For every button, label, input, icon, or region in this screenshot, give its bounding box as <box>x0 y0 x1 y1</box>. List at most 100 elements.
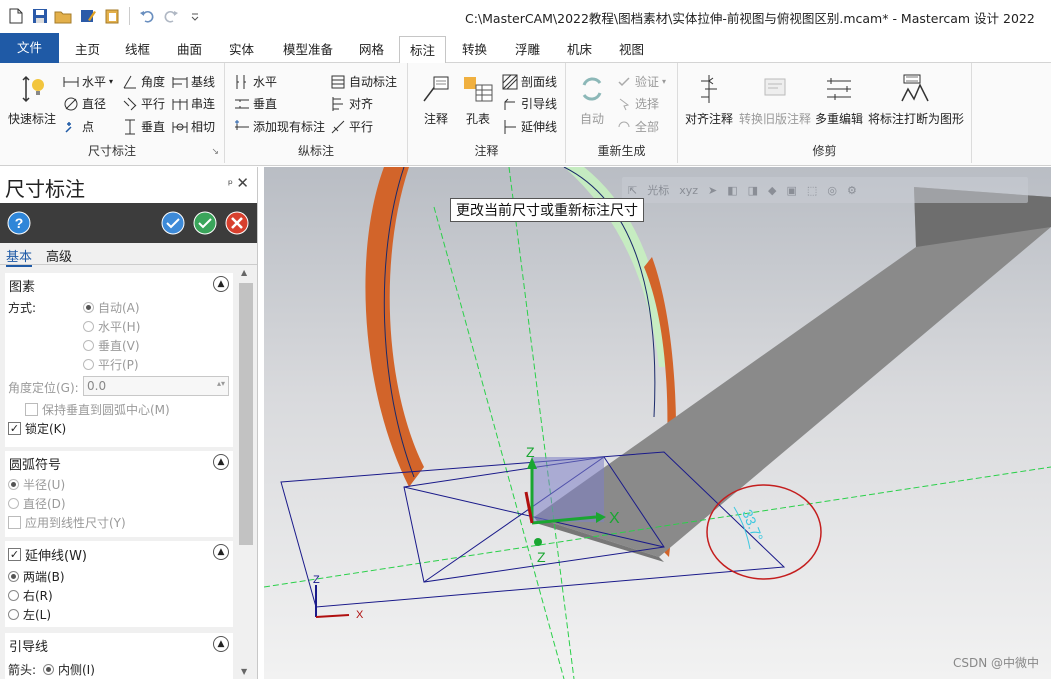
method-auto-radio[interactable]: 自动(A) <box>83 299 140 316</box>
auto-ordinate-button[interactable]: 自动标注 <box>330 73 397 90</box>
cube-icon[interactable]: ◧ <box>727 184 737 197</box>
break-to-geometry-button[interactable]: 将标注打断为图形 <box>868 73 964 127</box>
window-select-icon[interactable]: ⬚ <box>807 184 817 197</box>
angle-input[interactable]: 0.0 ▴▾ <box>83 376 229 396</box>
tab-home[interactable]: 主页 <box>65 36 110 63</box>
panel-header: 尺寸标注 ᵖ ✕ <box>0 167 257 203</box>
graphics-viewport[interactable]: X Z Z Z X 33.7° ⇱ 光标 xyz ➤ ◧ ◨ ◆ ▣ ⬚ ◎ ⚙ <box>264 167 1051 679</box>
scroll-up-icon[interactable]: ▲ <box>241 268 247 277</box>
tab-relief[interactable]: 浮雕 <box>505 36 550 63</box>
angle-dim-button[interactable]: 角度 <box>122 73 165 90</box>
cursor-icon[interactable]: ⇱ <box>628 184 637 197</box>
apply-linear-checkbox[interactable]: 应用到线性尺寸(Y) <box>8 514 126 531</box>
note-button[interactable]: 注释 <box>420 73 452 127</box>
scroll-down-icon[interactable]: ▼ <box>241 667 247 676</box>
tab-basic[interactable]: 基本 <box>6 246 33 267</box>
all-regen-button[interactable]: 全部 <box>616 118 659 135</box>
diameter-radio[interactable]: 直径(D) <box>8 495 66 512</box>
ordinate-vertical-button[interactable]: 垂直 <box>234 95 277 112</box>
corner-x-label: X <box>356 609 364 621</box>
extension-line-checkbox[interactable]: ✓ 延伸线(W) <box>8 545 87 564</box>
collapse-icon[interactable]: ▲ <box>213 636 229 652</box>
align-note-button[interactable]: 对齐注释 <box>685 73 733 127</box>
parallel-dim-button[interactable]: 平行 <box>122 95 165 112</box>
tab-model-prep[interactable]: 模型准备 <box>273 36 343 63</box>
arrow-inside-radio[interactable]: 内侧(I) <box>43 661 95 678</box>
dialog-launcher-icon[interactable]: ↘ <box>211 147 219 157</box>
layer-icon[interactable]: ◎ <box>827 184 837 197</box>
convert-old-note-button[interactable]: 转换旧版注释 <box>739 73 811 127</box>
auto-regen-button[interactable]: 自动 <box>576 73 608 127</box>
ordinate-horizontal-icon <box>236 74 246 89</box>
chain-dim-button[interactable]: 串连 <box>172 95 215 112</box>
redo-icon[interactable] <box>161 5 181 27</box>
quick-dimension-button[interactable]: 快速标注 <box>8 73 56 127</box>
ordinate-align-button[interactable]: 对齐 <box>330 95 373 112</box>
scrollbar-thumb[interactable] <box>239 283 253 545</box>
solid-select-icon[interactable]: ◆ <box>768 184 776 197</box>
collapse-icon[interactable]: ▲ <box>213 276 229 292</box>
ordinate-parallel-button[interactable]: 平行 <box>330 118 373 135</box>
method-vertical-radio[interactable]: 垂直(V) <box>83 337 140 354</box>
both-ends-radio[interactable]: 两端(B) <box>8 568 65 585</box>
add-existing-ordinate-button[interactable]: 添加现有标注 <box>234 118 325 135</box>
viewport-floating-toolbar[interactable]: ⇱ 光标 xyz ➤ ◧ ◨ ◆ ▣ ⬚ ◎ ⚙ <box>622 177 1028 203</box>
close-icon[interactable]: ✕ <box>236 174 249 192</box>
pin-icon[interactable]: ᵖ <box>228 177 233 191</box>
tab-transform[interactable]: 转换 <box>452 36 497 63</box>
tab-wireframe[interactable]: 线框 <box>115 36 160 63</box>
panel-scrollbar[interactable]: ▲ ▼ <box>237 265 255 679</box>
collapse-icon[interactable]: ▲ <box>213 454 229 470</box>
multi-edit-button[interactable]: 多重编辑 <box>815 73 863 127</box>
tab-file[interactable]: 文件 <box>0 33 60 63</box>
cube-shade-icon[interactable]: ◨ <box>748 184 758 197</box>
hole-table-button[interactable]: 孔表 <box>462 73 494 127</box>
clipboard-icon[interactable] <box>102 5 122 27</box>
window-title: C:\MasterCAM\2022教程\图档素材\实体拉伸-前视图与俯视图区别.… <box>465 11 1035 26</box>
select-regen-button[interactable]: 选择 <box>616 95 659 112</box>
radius-radio[interactable]: 半径(U) <box>8 476 65 493</box>
open-folder-icon[interactable] <box>54 5 74 27</box>
angle-label: 角度定位(G): <box>8 381 79 395</box>
tangent-dim-button[interactable]: 相切 <box>172 118 215 135</box>
tab-surface[interactable]: 曲面 <box>167 36 212 63</box>
keep-perp-checkbox[interactable]: 保持垂直到圆弧中心(M) <box>25 401 170 418</box>
save-icon[interactable] <box>30 5 50 27</box>
tab-dimension[interactable]: 标注 <box>399 36 447 64</box>
ok-and-create-new-icon[interactable] <box>161 211 185 235</box>
baseline-dim-button[interactable]: 基线 <box>172 73 215 90</box>
tab-solid[interactable]: 实体 <box>219 36 264 63</box>
settings-icon[interactable]: ⚙ <box>847 184 857 197</box>
vertical-dim-button[interactable]: 垂直 <box>122 118 165 135</box>
select-arrow-icon[interactable]: ➤ <box>708 184 717 197</box>
tab-advanced[interactable]: 高级 <box>46 246 72 265</box>
collapse-icon[interactable]: ▲ <box>213 544 229 560</box>
ordinate-horizontal-button[interactable]: 水平 <box>234 73 277 90</box>
spinner-icon[interactable]: ▴▾ <box>217 379 225 388</box>
extension-line-button[interactable]: 延伸线 <box>502 118 557 135</box>
diameter-dim-button[interactable]: 直径 <box>63 95 106 112</box>
tab-mesh[interactable]: 网格 <box>349 36 394 63</box>
lock-checkbox[interactable]: ✓ 锁定(K) <box>8 420 66 437</box>
customize-toolbar-icon[interactable] <box>185 5 205 27</box>
right-radio[interactable]: 右(R) <box>8 587 53 604</box>
hatch-button[interactable]: 剖面线 <box>502 73 557 90</box>
save-as-icon[interactable] <box>78 5 98 27</box>
cancel-icon[interactable] <box>225 211 249 235</box>
left-radio[interactable]: 左(L) <box>8 606 51 623</box>
undo-icon[interactable] <box>137 5 157 27</box>
point-dim-button[interactable]: 点 <box>63 118 94 135</box>
filter-icon[interactable]: ▣ <box>787 184 797 197</box>
tab-machine[interactable]: 机床 <box>557 36 602 63</box>
ok-icon[interactable] <box>193 211 217 235</box>
validate-button[interactable]: 验证 ▾ <box>616 73 666 90</box>
validate-icon <box>618 76 630 86</box>
horizontal-dim-button[interactable]: 水平 ▾ <box>63 73 113 90</box>
leader-button[interactable]: 引导线 <box>502 95 557 112</box>
method-horizontal-radio[interactable]: 水平(H) <box>83 318 140 335</box>
xyz-icon[interactable]: xyz <box>679 184 698 197</box>
tab-view[interactable]: 视图 <box>609 36 654 63</box>
new-file-icon[interactable] <box>6 5 26 27</box>
help-icon[interactable]: ? <box>7 211 31 235</box>
method-parallel-radio[interactable]: 平行(P) <box>83 356 139 373</box>
